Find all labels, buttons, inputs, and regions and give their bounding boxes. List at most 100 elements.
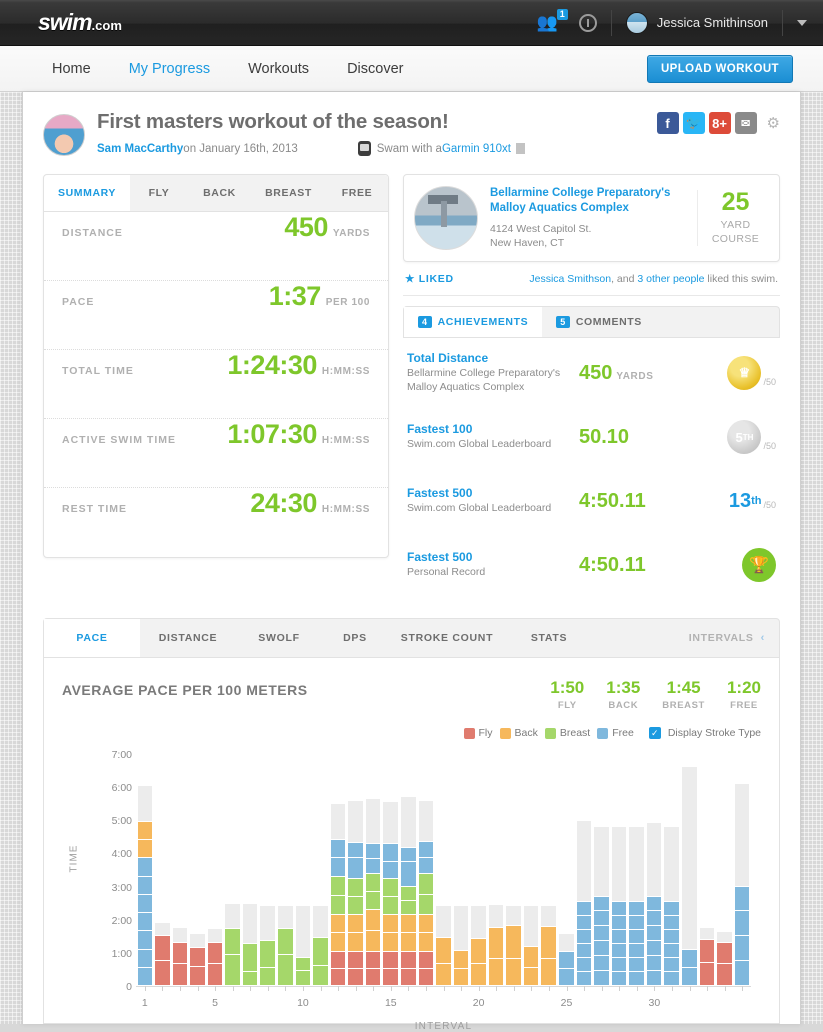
bar-interval-34[interactable] bbox=[716, 745, 734, 986]
twitter-icon[interactable]: 🐦 bbox=[682, 112, 705, 134]
facebook-icon[interactable]: f bbox=[656, 112, 679, 134]
tab-comments[interactable]: 5 COMMENTS bbox=[542, 307, 656, 337]
achievement-title[interactable]: Fastest 500 bbox=[407, 486, 579, 500]
x-tick-label: 15 bbox=[384, 997, 397, 1009]
legend-item-free[interactable]: Free bbox=[597, 727, 634, 739]
bar-segment-active bbox=[383, 862, 398, 879]
bar-interval-2[interactable] bbox=[154, 745, 172, 986]
bar-interval-5[interactable] bbox=[206, 745, 224, 986]
tab-achievements[interactable]: 4 ACHIEVEMENTS bbox=[404, 307, 543, 337]
bar-interval-13[interactable] bbox=[347, 745, 365, 986]
bar-interval-11[interactable] bbox=[312, 745, 330, 986]
bar-interval-8[interactable] bbox=[259, 745, 277, 986]
plot-area: 1 5 10 15 20 25 30 INTERVAL bbox=[136, 745, 751, 1032]
chevron-down-icon[interactable] bbox=[797, 19, 807, 26]
nav-item-my-progress[interactable]: My Progress bbox=[129, 61, 210, 77]
tab-stats[interactable]: STATS bbox=[506, 619, 592, 657]
tab-distance[interactable]: DISTANCE bbox=[140, 619, 236, 657]
bar-interval-31[interactable] bbox=[663, 745, 681, 986]
tab-breast[interactable]: BREAST bbox=[251, 175, 326, 211]
bar-interval-6[interactable] bbox=[224, 745, 242, 986]
bar-interval-32[interactable] bbox=[680, 745, 698, 986]
bar-interval-26[interactable] bbox=[575, 745, 593, 986]
intervals-toggle[interactable]: INTERVALS ‹ bbox=[675, 619, 779, 657]
bar-interval-17[interactable] bbox=[417, 745, 435, 986]
bar-segment-rest bbox=[278, 905, 293, 929]
display-stroke-type-checkbox[interactable]: ✓ bbox=[648, 727, 661, 739]
upload-workout-button[interactable]: UPLOAD WORKOUT bbox=[646, 54, 793, 83]
liker-link[interactable]: Jessica Smithson bbox=[529, 273, 611, 285]
bar-interval-20[interactable] bbox=[470, 745, 488, 986]
tab-swolf[interactable]: SWOLF bbox=[236, 619, 322, 657]
tab-fly[interactable]: FLY bbox=[130, 175, 188, 211]
legend-item-back[interactable]: Back bbox=[499, 727, 538, 739]
bar-interval-10[interactable] bbox=[294, 745, 312, 986]
pool-name-line-1[interactable]: Bellarmine College Preparatory's bbox=[490, 186, 697, 202]
bar-interval-4[interactable] bbox=[189, 745, 207, 986]
nav-item-workouts[interactable]: Workouts bbox=[248, 61, 309, 77]
legend-item-fly[interactable]: Fly bbox=[463, 727, 493, 739]
avatar[interactable] bbox=[625, 11, 648, 34]
nav-item-home[interactable]: Home bbox=[52, 61, 91, 77]
achievement-title[interactable]: Total Distance bbox=[407, 351, 579, 365]
tab-back[interactable]: BACK bbox=[188, 175, 251, 211]
bar-interval-29[interactable] bbox=[628, 745, 646, 986]
summary-row-label: TOTAL TIME bbox=[62, 365, 134, 377]
achievement-title[interactable]: Fastest 100 bbox=[407, 422, 579, 436]
pool-card[interactable]: Bellarmine College Preparatory's Malloy … bbox=[403, 174, 780, 262]
bar-interval-22[interactable] bbox=[505, 745, 523, 986]
author-avatar[interactable] bbox=[43, 114, 85, 156]
achievement-item[interactable]: Total Distance Bellarmine College Prepar… bbox=[403, 344, 780, 402]
bar-interval-7[interactable] bbox=[241, 745, 259, 986]
bar-interval-16[interactable] bbox=[399, 745, 417, 986]
achievement-item[interactable]: Fastest 500 Swim.com Global Leaderboard … bbox=[403, 472, 780, 530]
device-link[interactable]: Garmin 910xt bbox=[442, 143, 511, 155]
author-link[interactable]: Sam MacCarthy bbox=[97, 143, 183, 155]
friends-icon[interactable]: 👥 1 bbox=[537, 8, 568, 34]
bar-interval-3[interactable] bbox=[171, 745, 189, 986]
tab-summary[interactable]: SUMMARY bbox=[44, 175, 130, 211]
like-button[interactable]: ★ LIKED bbox=[405, 273, 454, 285]
tab-stroke-count[interactable]: STROKE COUNT bbox=[388, 619, 506, 657]
notifications-icon[interactable] bbox=[578, 13, 597, 32]
bar-interval-21[interactable] bbox=[487, 745, 505, 986]
bar-interval-24[interactable] bbox=[540, 745, 558, 986]
gear-icon[interactable]: ⚙ bbox=[767, 116, 780, 131]
bar-interval-28[interactable] bbox=[610, 745, 628, 986]
bar-interval-27[interactable] bbox=[593, 745, 611, 986]
bar-segment-active bbox=[646, 896, 662, 912]
bar-interval-18[interactable] bbox=[435, 745, 453, 986]
bar-interval-25[interactable] bbox=[558, 745, 576, 986]
bar-interval-23[interactable] bbox=[522, 745, 540, 986]
user-name[interactable]: Jessica Smithinson bbox=[657, 15, 768, 30]
bar-interval-1[interactable] bbox=[136, 745, 154, 986]
achievement-title[interactable]: Fastest 500 bbox=[407, 550, 579, 564]
workout-meta: Sam MacCarthy on January 16th, 2013 Swam… bbox=[97, 141, 525, 156]
achievement-item[interactable]: Fastest 100 Swim.com Global Leaderboard … bbox=[403, 408, 780, 466]
x-tick-mark bbox=[408, 986, 410, 991]
chevron-left-icon[interactable]: ‹ bbox=[761, 632, 765, 644]
bar-interval-15[interactable] bbox=[382, 745, 400, 986]
bar-interval-12[interactable] bbox=[329, 745, 347, 986]
email-icon[interactable]: ✉ bbox=[734, 112, 757, 134]
swim-logo[interactable]: swim.com bbox=[38, 9, 122, 36]
nav-item-discover[interactable]: Discover bbox=[347, 61, 403, 77]
bar-interval-9[interactable] bbox=[277, 745, 295, 986]
bar-interval-35[interactable] bbox=[733, 745, 751, 986]
tab-free[interactable]: FREE bbox=[326, 175, 388, 211]
tab-pace[interactable]: PACE bbox=[44, 619, 140, 657]
other-likers-link[interactable]: 3 other people bbox=[637, 273, 704, 285]
bar-segment-active bbox=[295, 957, 311, 972]
bar-interval-19[interactable] bbox=[452, 745, 470, 986]
tab-dps[interactable]: DPS bbox=[322, 619, 388, 657]
achievement-item[interactable]: Fastest 500 Personal Record 4:50.11 🏆 bbox=[403, 536, 780, 594]
bar-interval-30[interactable] bbox=[645, 745, 663, 986]
bar-interval-33[interactable] bbox=[698, 745, 716, 986]
google-plus-icon[interactable]: 8+ bbox=[708, 112, 731, 134]
bar-interval-14[interactable] bbox=[364, 745, 382, 986]
bar-segment-active bbox=[576, 930, 592, 945]
pool-name-line-2[interactable]: Malloy Aquatics Complex bbox=[490, 201, 697, 217]
note-icon[interactable] bbox=[515, 143, 525, 154]
bar-segment-active bbox=[383, 933, 398, 952]
legend-item-breast[interactable]: Breast bbox=[544, 727, 590, 739]
